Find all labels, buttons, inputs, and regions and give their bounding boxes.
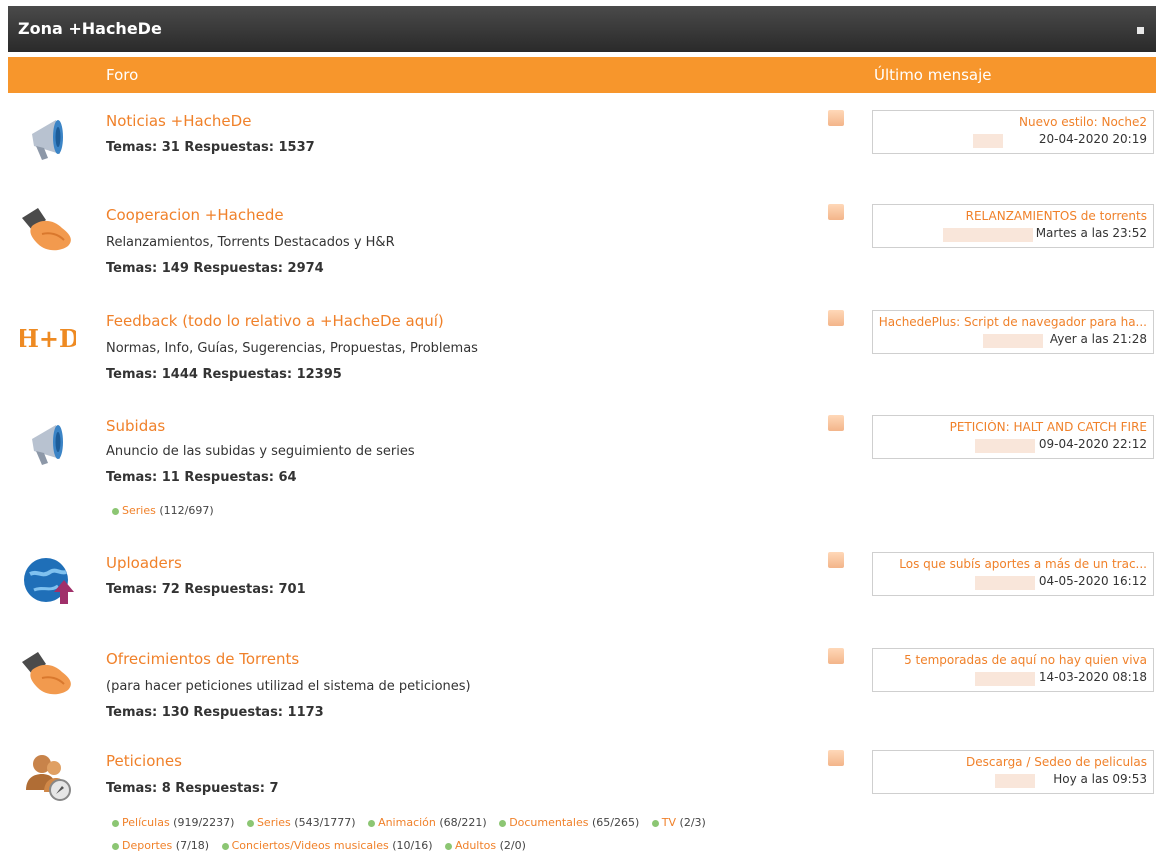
hd-logo-icon: H+D: [20, 324, 76, 353]
last-post-title[interactable]: PETICIÓN: HALT AND CATCH FIRE: [950, 420, 1147, 434]
rss-icon[interactable]: [828, 110, 844, 126]
users-compass-icon: [26, 755, 71, 801]
section-header: Zona +HacheDe: [8, 6, 1156, 52]
last-post-title[interactable]: Descarga / Sedeo de peliculas: [966, 755, 1147, 769]
last-post-column-label: Último mensaje: [874, 66, 992, 84]
subforum-link[interactable]: Adultos (2/0): [445, 839, 526, 852]
subforum-list: Series (112/697): [112, 504, 223, 517]
subforum-dot-icon: [112, 842, 119, 850]
forum-title[interactable]: Peticiones: [106, 752, 182, 770]
forum-stats: Temas: 8 Respuestas: 7: [106, 781, 279, 796]
last-post-author[interactable]: [975, 576, 1035, 590]
svg-text:H+D: H+D: [20, 324, 76, 353]
column-header: Foro Último mensaje: [8, 57, 1156, 93]
last-post-box: 5 temporadas de aquí no hay quien viva 1…: [872, 648, 1154, 692]
forum-description: (para hacer peticiones utilizad el siste…: [106, 679, 471, 694]
subforum-link[interactable]: Series (112/697): [112, 504, 214, 517]
rss-icon[interactable]: [828, 310, 844, 326]
last-post-date: 14-03-2020 08:18: [1038, 670, 1147, 684]
megaphone-icon: [32, 120, 63, 160]
subforum-link[interactable]: TV (2/3): [651, 816, 706, 829]
last-post-date: Martes a las 23:52: [1035, 226, 1147, 240]
handshake-icon: [22, 652, 71, 695]
last-post-title[interactable]: RELANZAMIENTOS de torrents: [966, 209, 1147, 223]
forum-stats: Temas: 72 Respuestas: 701: [106, 582, 306, 597]
rss-icon[interactable]: [828, 648, 844, 664]
last-post-box: Descarga / Sedeo de peliculas Hoy a las …: [872, 750, 1154, 794]
handshake-icon: [22, 208, 71, 251]
last-post-box: Los que subís aportes a más de un trac..…: [872, 552, 1154, 596]
last-post-title[interactable]: Los que subís aportes a más de un trac..…: [899, 557, 1147, 571]
last-post-author[interactable]: [983, 334, 1043, 348]
subforum-dot-icon: [651, 819, 659, 827]
forum-title[interactable]: Uploaders: [106, 554, 182, 572]
last-post-author[interactable]: [975, 672, 1035, 686]
forum-stats: Temas: 130 Respuestas: 1173: [106, 705, 324, 720]
last-post-date: 04-05-2020 16:12: [1038, 574, 1147, 588]
globe-upload-icon: [24, 558, 74, 604]
last-post-author[interactable]: [943, 228, 1033, 242]
forum-title[interactable]: Ofrecimientos de Torrents: [106, 650, 299, 668]
subforum-list: Películas (919/2237) Series (543/1777) A…: [112, 816, 715, 829]
last-post-title[interactable]: HachedePlus: Script de navegador para ha…: [879, 315, 1147, 329]
subforum-dot-icon: [246, 819, 254, 827]
forum-title[interactable]: Cooperacion +Hachede: [106, 206, 284, 224]
subforum-link[interactable]: Animación (68/221): [368, 816, 487, 829]
last-post-date: 20-04-2020 20:19: [1038, 132, 1147, 146]
last-post-author[interactable]: [973, 134, 1003, 148]
forum-column-label: Foro: [106, 66, 139, 84]
last-post-date: 09-04-2020 22:12: [1038, 437, 1147, 451]
last-post-date: Ayer a las 21:28: [1049, 332, 1147, 346]
subforum-dot-icon: [499, 819, 507, 827]
forum-description: Relanzamientos, Torrents Destacados y H&…: [106, 235, 395, 250]
rss-icon[interactable]: [828, 552, 844, 568]
megaphone-icon: [32, 425, 63, 465]
subforum-link[interactable]: Conciertos/Videos musicales (10/16): [221, 839, 433, 852]
forum-description: Anuncio de las subidas y seguimiento de …: [106, 444, 415, 459]
forum-title[interactable]: Noticias +HacheDe: [106, 112, 251, 130]
forum-stats: Temas: 11 Respuestas: 64: [106, 470, 297, 485]
last-post-title[interactable]: Nuevo estilo: Noche2: [1019, 115, 1147, 129]
last-post-author[interactable]: [975, 439, 1035, 453]
subforum-list: Deportes (7/18) Conciertos/Videos musica…: [112, 839, 535, 852]
rss-icon[interactable]: [828, 750, 844, 766]
last-post-date: Hoy a las 09:53: [1053, 772, 1147, 786]
subforum-dot-icon: [112, 507, 119, 515]
subforum-dot-icon: [445, 842, 453, 850]
forum-title[interactable]: Feedback (todo lo relativo a +HacheDe aq…: [106, 312, 444, 330]
last-post-title[interactable]: 5 temporadas de aquí no hay quien viva: [904, 653, 1147, 667]
rss-icon[interactable]: [828, 415, 844, 431]
forum-description: Normas, Info, Guías, Sugerencias, Propue…: [106, 341, 478, 356]
subforum-link[interactable]: Documentales (65/265): [499, 816, 639, 829]
subforum-link[interactable]: Series (543/1777): [246, 816, 356, 829]
rss-icon[interactable]: [828, 204, 844, 220]
section-title: Zona +HacheDe: [18, 19, 162, 38]
last-post-author[interactable]: [995, 774, 1035, 788]
subforum-link[interactable]: Películas (919/2237): [112, 816, 234, 829]
subforum-dot-icon: [221, 842, 229, 850]
last-post-box: PETICIÓN: HALT AND CATCH FIRE 09-04-2020…: [872, 415, 1154, 459]
forum-stats: Temas: 1444 Respuestas: 12395: [106, 367, 342, 382]
last-post-box: Nuevo estilo: Noche2 20-04-2020 20:19: [872, 110, 1154, 154]
subforum-dot-icon: [112, 819, 119, 827]
last-post-box: HachedePlus: Script de navegador para ha…: [872, 310, 1154, 354]
subforum-dot-icon: [368, 819, 376, 827]
subforum-link[interactable]: Deportes (7/18): [112, 839, 209, 852]
collapse-icon[interactable]: [1137, 27, 1144, 34]
forum-stats: Temas: 31 Respuestas: 1537: [106, 140, 315, 155]
forum-title[interactable]: Subidas: [106, 417, 165, 435]
last-post-box: RELANZAMIENTOS de torrents Martes a las …: [872, 204, 1154, 248]
forum-stats: Temas: 149 Respuestas: 2974: [106, 261, 324, 276]
